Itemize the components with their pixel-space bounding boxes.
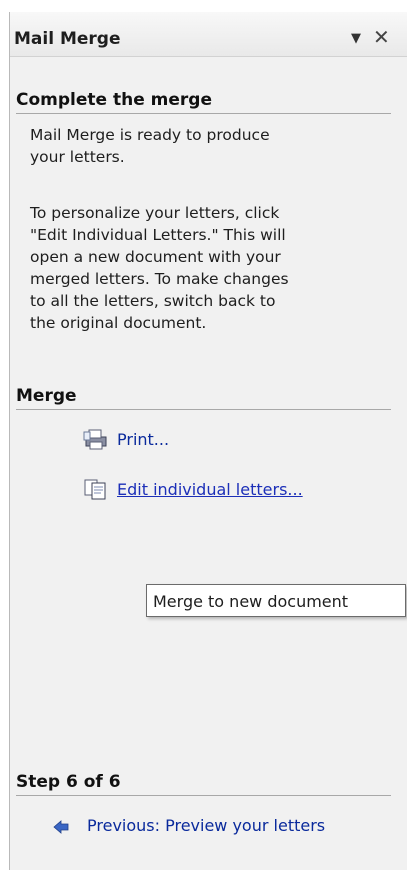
pane-title: Mail Merge <box>14 29 121 49</box>
ready-text: Mail Merge is ready to produce your lett… <box>30 124 360 168</box>
instructions-line: to all the letters, switch back to <box>30 292 276 310</box>
previous-step-label[interactable]: Previous: Preview your letters <box>87 816 325 835</box>
instructions-line: open a new document with your <box>30 248 281 266</box>
close-icon[interactable]: ✕ <box>373 25 390 49</box>
ready-text-line: Mail Merge is ready to produce <box>30 126 270 144</box>
instructions-line: the original document. <box>30 314 207 332</box>
instructions-line: merged letters. To make changes <box>30 270 289 288</box>
edit-letters-icon <box>83 478 109 500</box>
section-heading-complete: Complete the merge <box>16 90 391 114</box>
instructions-text: To personalize your letters, click "Edit… <box>30 202 360 334</box>
section-heading-merge: Merge <box>16 386 391 410</box>
edit-individual-letters-link[interactable]: Edit individual letters... <box>83 478 303 500</box>
printer-icon <box>83 428 109 450</box>
print-link[interactable]: Print... <box>83 428 169 450</box>
ready-text-line: your letters. <box>30 148 125 166</box>
previous-step-link[interactable]: Previous: Preview your letters <box>53 816 325 835</box>
pane-header: Mail Merge ▼ ✕ <box>10 12 407 57</box>
instructions-line: "Edit Individual Letters." This will <box>30 226 286 244</box>
print-label[interactable]: Print... <box>117 430 169 449</box>
back-arrow-icon <box>53 819 69 834</box>
edit-individual-letters-label[interactable]: Edit individual letters... <box>117 480 303 499</box>
instructions-line: To personalize your letters, click <box>30 204 280 222</box>
pane-options-dropdown[interactable]: ▼ <box>351 31 361 46</box>
tooltip: Merge to new document <box>146 584 406 617</box>
section-heading-step: Step 6 of 6 <box>16 772 391 796</box>
